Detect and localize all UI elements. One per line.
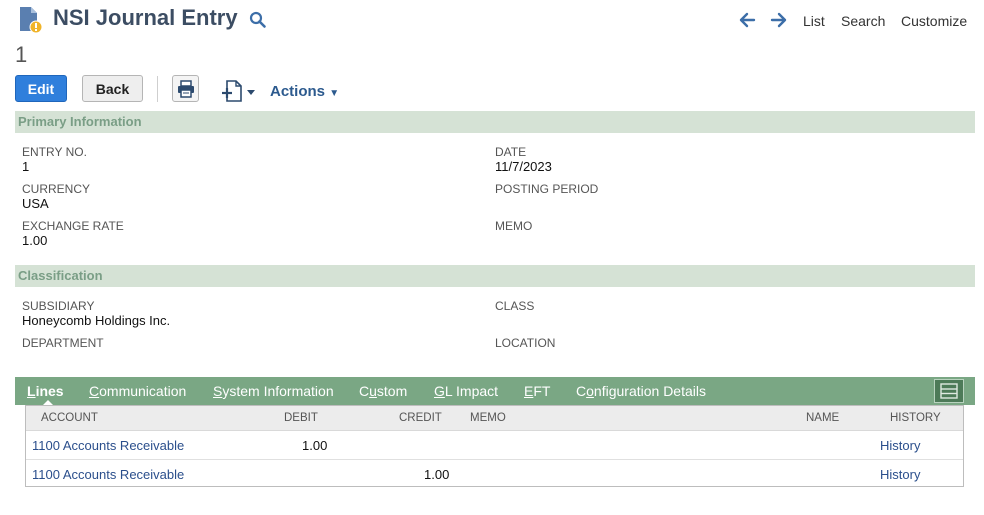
actions-menu[interactable]: Actions ▼ [270, 83, 339, 100]
primary-information-header[interactable]: Primary Information [15, 111, 975, 133]
account-link[interactable]: 1100 Accounts Receivable [32, 438, 184, 453]
tab-hotkey: C [89, 383, 100, 399]
column-header-debit[interactable]: DEBIT [284, 412, 318, 424]
printer-icon [177, 79, 194, 98]
tab-label: L Impact [444, 383, 499, 399]
section-title: Classification [18, 268, 103, 283]
subsidiary-label: SUBSIDIARY [22, 299, 95, 313]
tab-hotkey: G [434, 383, 445, 399]
table-row: 1100 Accounts Receivable 1.00 History [26, 431, 963, 460]
record-number: 1 [15, 42, 28, 67]
tab-hotkey: S [213, 383, 223, 399]
tab-hotkey: E [524, 383, 534, 399]
tab-eft[interactable]: EFT [524, 383, 550, 399]
page-title: NSI Journal Entry [53, 5, 238, 30]
lines-table: ACCOUNT DEBIT CREDIT MEMO NAME HISTORY 1… [25, 405, 964, 487]
arrow-left-icon[interactable] [738, 10, 756, 30]
record-type-icon [18, 6, 44, 34]
tab-hotkey: u [369, 383, 377, 399]
subtab-bar: Lines Communication System Information C… [15, 377, 975, 406]
currency-label: CURRENCY [22, 182, 91, 196]
table-header: ACCOUNT DEBIT CREDIT MEMO NAME HISTORY [26, 406, 963, 431]
history-link[interactable]: History [880, 438, 920, 453]
tab-hotkey: o [586, 383, 594, 399]
actions-label: Actions [270, 83, 326, 100]
column-header-history[interactable]: HISTORY [890, 412, 941, 424]
tab-label: FT [533, 383, 551, 399]
tab-custom[interactable]: Custom [359, 383, 407, 399]
grid-toggle-icon [940, 383, 958, 399]
entry-no-label: ENTRY NO. [22, 145, 87, 159]
classification-header[interactable]: Classification [15, 265, 975, 287]
class-label: CLASS [495, 299, 535, 313]
print-button[interactable] [172, 75, 199, 102]
currency-value: USA [22, 196, 49, 211]
grid-toggle-button[interactable] [934, 379, 964, 403]
section-title: Primary Information [18, 114, 142, 129]
customize-link[interactable]: Customize [901, 13, 967, 29]
search-icon[interactable] [249, 11, 267, 29]
chevron-down-icon: ▼ [329, 88, 340, 99]
new-document-icon [222, 80, 255, 102]
arrow-right-icon[interactable] [770, 10, 788, 30]
tab-label: C [359, 383, 370, 399]
column-header-name[interactable]: NAME [806, 412, 839, 424]
column-header-credit[interactable]: CREDIT [399, 412, 442, 424]
department-label: DEPARTMENT [22, 336, 104, 350]
back-button[interactable]: Back [82, 75, 143, 102]
column-header-account[interactable]: ACCOUNT [41, 412, 98, 424]
tab-communication[interactable]: Communication [89, 383, 186, 399]
tab-configuration-details[interactable]: Configuration Details [576, 383, 706, 399]
tab-label: C [576, 383, 587, 399]
tab-lines[interactable]: Lines [27, 383, 64, 399]
subsidiary-value: Honeycomb Holdings Inc. [22, 313, 171, 328]
exchange-rate-label: EXCHANGE RATE [22, 219, 124, 233]
tab-gl-impact[interactable]: GL Impact [434, 383, 498, 399]
account-link[interactable]: 1100 Accounts Receivable [32, 467, 184, 482]
tab-label: ines [35, 383, 64, 399]
tab-label: ystem Information [222, 383, 334, 399]
tab-label: nfiguration Details [593, 383, 706, 399]
history-link[interactable]: History [880, 467, 920, 482]
tab-hotkey: L [27, 383, 36, 399]
tab-label: stom [376, 383, 408, 399]
date-label: DATE [495, 145, 527, 159]
credit-value: 1.00 [424, 467, 450, 482]
search-link[interactable]: Search [841, 13, 885, 29]
debit-value: 1.00 [302, 438, 328, 453]
tab-system-information[interactable]: System Information [213, 383, 334, 399]
list-link[interactable]: List [803, 13, 825, 29]
exchange-rate-value: 1.00 [22, 233, 48, 248]
memo-label: MEMO [495, 219, 533, 233]
edit-button[interactable]: Edit [15, 75, 67, 102]
location-label: LOCATION [495, 336, 556, 350]
date-value: 11/7/2023 [495, 159, 552, 174]
toolbar-divider [157, 76, 158, 102]
tab-label: ommunication [99, 383, 187, 399]
table-row: 1100 Accounts Receivable 1.00 History [26, 460, 963, 488]
column-header-memo[interactable]: MEMO [470, 412, 506, 424]
new-document-button[interactable] [221, 79, 257, 103]
entry-no-value: 1 [22, 159, 30, 174]
posting-period-label: POSTING PERIOD [495, 182, 599, 196]
